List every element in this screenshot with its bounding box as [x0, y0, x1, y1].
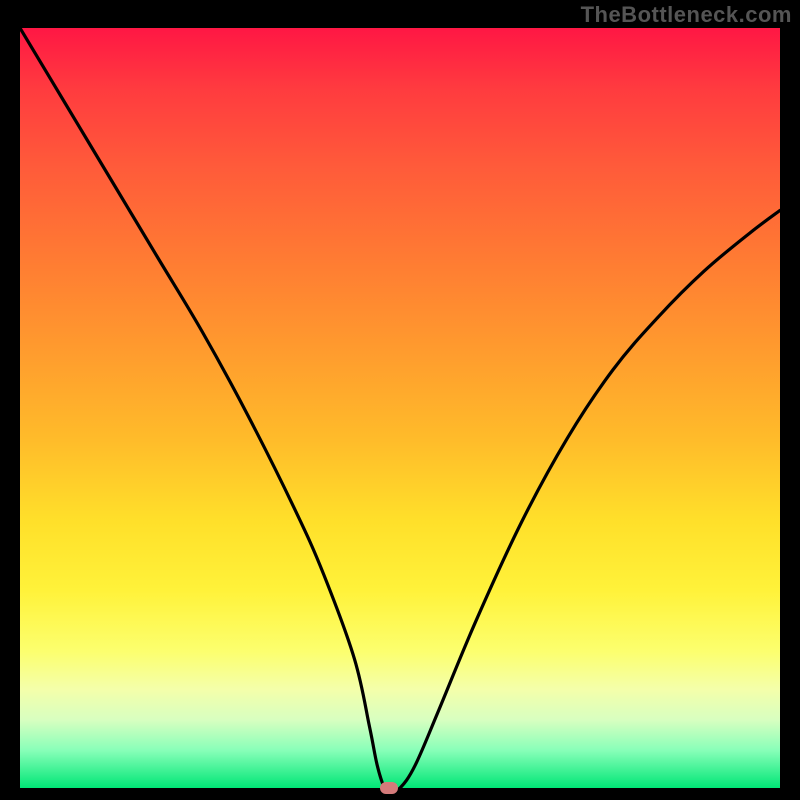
bottleneck-curve — [20, 28, 780, 788]
chart-frame: TheBottleneck.com — [0, 0, 800, 800]
plot-area — [20, 28, 780, 788]
optimal-marker — [380, 782, 398, 794]
watermark-text: TheBottleneck.com — [581, 2, 792, 28]
